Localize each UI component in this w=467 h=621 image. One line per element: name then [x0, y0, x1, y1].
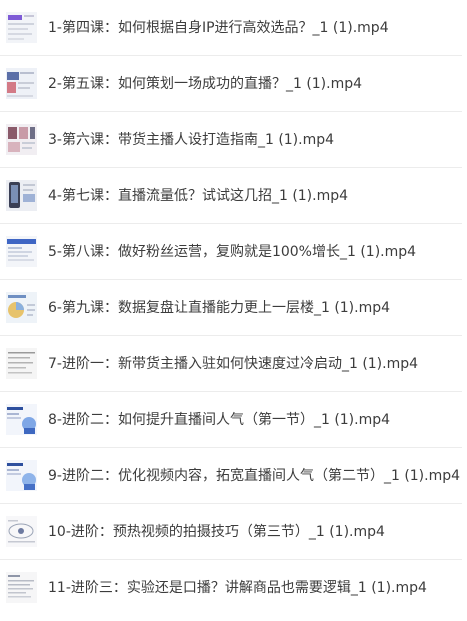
- file-name[interactable]: 11-进阶三：实验还是口播？讲解商品也需要逻辑_1 (1).mp4: [48, 577, 427, 597]
- video-thumbnail-icon: [6, 572, 37, 603]
- video-thumbnail-icon: [6, 516, 37, 547]
- file-row[interactable]: 11-进阶三：实验还是口播？讲解商品也需要逻辑_1 (1).mp4: [0, 560, 462, 616]
- file-row[interactable]: 5-第八课：做好粉丝运营，复购就是100%增长_1 (1).mp4: [0, 224, 462, 280]
- video-thumbnail-icon: [6, 236, 37, 267]
- file-name[interactable]: 9-进阶二：优化视频内容，拓宽直播间人气（第二节）_1 (1).mp4: [48, 465, 460, 485]
- video-thumbnail-icon: [6, 348, 37, 379]
- file-name[interactable]: 6-第九课：数据复盘让直播能力更上一层楼_1 (1).mp4: [48, 297, 390, 317]
- file-row[interactable]: 9-进阶二：优化视频内容，拓宽直播间人气（第二节）_1 (1).mp4: [0, 448, 462, 504]
- file-row[interactable]: 10-进阶：预热视频的拍摄技巧（第三节）_1 (1).mp4: [0, 504, 462, 560]
- video-thumbnail-icon: [6, 292, 37, 323]
- file-name[interactable]: 2-第五课：如何策划一场成功的直播？_1 (1).mp4: [48, 73, 362, 93]
- video-thumbnail-icon: [6, 12, 37, 43]
- video-thumbnail-icon: [6, 460, 37, 491]
- video-file-list: 1-第四课：如何根据自身IP进行高效选品？_1 (1).mp4 2-第五课：如何…: [0, 0, 467, 621]
- file-name[interactable]: 10-进阶：预热视频的拍摄技巧（第三节）_1 (1).mp4: [48, 521, 385, 541]
- file-row[interactable]: 6-第九课：数据复盘让直播能力更上一层楼_1 (1).mp4: [0, 280, 462, 336]
- file-name[interactable]: 7-进阶一：新带货主播入驻如何快速度过冷启动_1 (1).mp4: [48, 353, 418, 373]
- file-row[interactable]: 1-第四课：如何根据自身IP进行高效选品？_1 (1).mp4: [0, 0, 462, 56]
- file-row[interactable]: 2-第五课：如何策划一场成功的直播？_1 (1).mp4: [0, 56, 462, 112]
- file-row[interactable]: 4-第七课：直播流量低？试试这几招_1 (1).mp4: [0, 168, 462, 224]
- file-name[interactable]: 8-进阶二：如何提升直播间人气（第一节）_1 (1).mp4: [48, 409, 390, 429]
- video-thumbnail-icon: [6, 180, 37, 211]
- file-row[interactable]: 8-进阶二：如何提升直播间人气（第一节）_1 (1).mp4: [0, 392, 462, 448]
- file-name[interactable]: 5-第八课：做好粉丝运营，复购就是100%增长_1 (1).mp4: [48, 241, 416, 261]
- file-row[interactable]: 3-第六课：带货主播人设打造指南_1 (1).mp4: [0, 112, 462, 168]
- video-thumbnail-icon: [6, 68, 37, 99]
- file-name[interactable]: 4-第七课：直播流量低？试试这几招_1 (1).mp4: [48, 185, 348, 205]
- video-thumbnail-icon: [6, 404, 37, 435]
- file-name[interactable]: 3-第六课：带货主播人设打造指南_1 (1).mp4: [48, 129, 334, 149]
- file-name[interactable]: 1-第四课：如何根据自身IP进行高效选品？_1 (1).mp4: [48, 17, 389, 37]
- file-row[interactable]: 7-进阶一：新带货主播入驻如何快速度过冷启动_1 (1).mp4: [0, 336, 462, 392]
- video-thumbnail-icon: [6, 124, 37, 155]
